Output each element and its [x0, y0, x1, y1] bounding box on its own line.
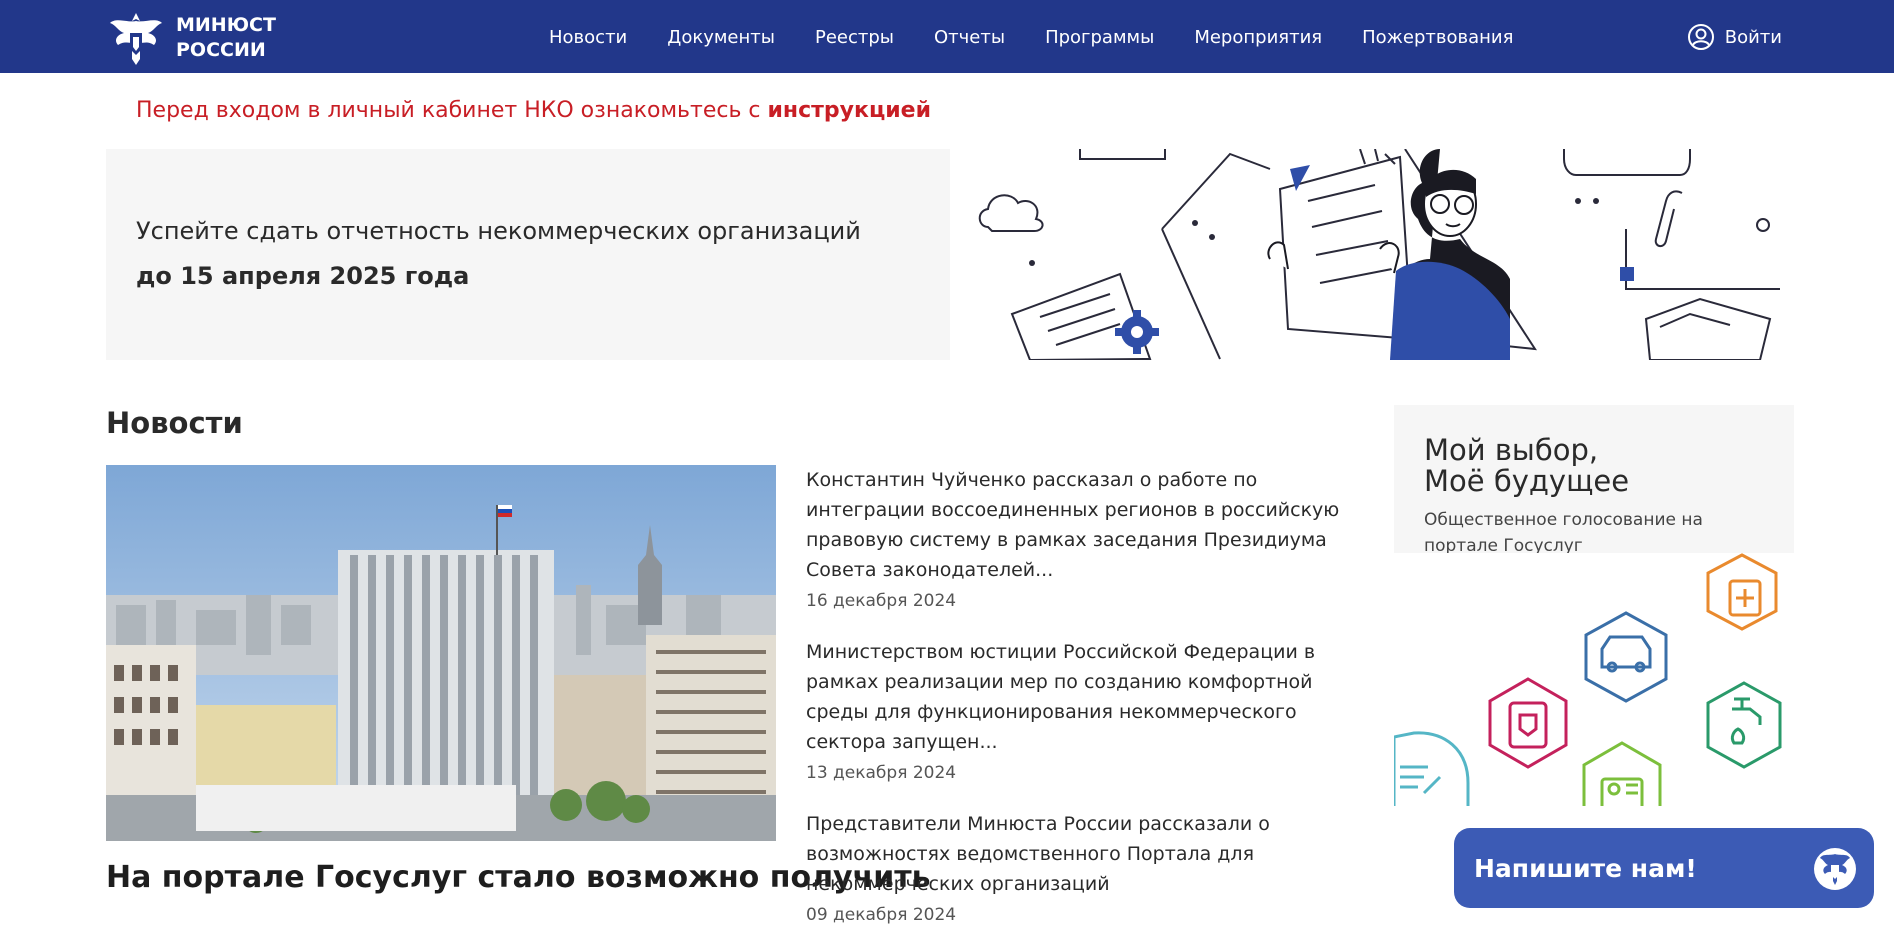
news-item-date: 16 декабря 2024 [806, 591, 957, 611]
user-circle-icon [1687, 24, 1714, 50]
nav-item-reports[interactable]: Отчеты [934, 27, 1005, 48]
eagle-emblem-icon [1814, 848, 1856, 890]
login-label: Войти [1724, 26, 1782, 48]
instruction-notice: Перед входом в личный кабинет НКО ознако… [136, 98, 931, 123]
featured-news-photo[interactable] [106, 465, 776, 841]
logo-text: МИНЮСТ РОССИИ [176, 13, 276, 63]
news-item-date: 09 декабря 2024 [806, 905, 957, 925]
nav-item-news[interactable]: Новости [549, 27, 627, 48]
site-logo[interactable]: МИНЮСТ РОССИИ [106, 9, 276, 67]
banner-deadline: до 15 апреля 2025 года [136, 262, 470, 290]
reporting-deadline-banner[interactable]: Успейте сдать отчетность некоммерческих … [106, 149, 950, 360]
nav-item-programs[interactable]: Программы [1045, 27, 1154, 48]
news-section-title: Новости [106, 406, 243, 440]
news-item[interactable]: Министерством юстиции Российской Федерац… [806, 637, 1366, 783]
promo-card-title-line-1: Мой выбор, [1424, 433, 1599, 467]
contact-us-chat-button[interactable]: Напишите нам! [1454, 828, 1874, 908]
login-button[interactable]: Войти [1687, 23, 1782, 51]
banner-illustration [970, 149, 1792, 360]
notice-text: Перед входом в личный кабинет НКО ознако… [136, 98, 768, 123]
logo-line-2: РОССИИ [176, 39, 266, 61]
logo-line-1: МИНЮСТ [176, 14, 276, 36]
nav-item-donations[interactable]: Пожертвования [1362, 27, 1513, 48]
my-choice-promo-card[interactable]: Мой выбор, Моё будущее Общественное голо… [1394, 405, 1794, 556]
nav-item-documents[interactable]: Документы [667, 27, 775, 48]
news-item[interactable]: Представители Минюста России рассказали … [806, 809, 1366, 925]
news-item-text: Константин Чуйченко рассказал о работе п… [806, 469, 1340, 581]
promo-card-title-line-2: Моё будущее [1424, 464, 1630, 498]
news-item-text: Представители Минюста России рассказали … [806, 813, 1270, 895]
main-nav: Новости Документы Реестры Отчеты Програм… [549, 27, 1553, 48]
chat-button-label: Напишите нам! [1474, 854, 1697, 883]
promo-card-subtitle: Общественное голосование на портале Госу… [1424, 510, 1703, 556]
services-hexagons [1394, 553, 1782, 806]
eagle-emblem-icon [110, 13, 162, 66]
nav-item-events[interactable]: Мероприятия [1194, 27, 1322, 48]
banner-text: Успейте сдать отчетность некоммерческих … [136, 217, 861, 245]
ministry-building-photo [106, 465, 776, 841]
news-item-date: 13 декабря 2024 [806, 763, 957, 783]
nav-item-registries[interactable]: Реестры [815, 27, 894, 48]
top-navigation-bar: МИНЮСТ РОССИИ Новости Документы Реестры … [0, 0, 1894, 73]
instruction-link[interactable]: инструкцией [768, 98, 932, 123]
public-services-icons-illustration[interactable] [1394, 553, 1794, 806]
news-item-text: Министерством юстиции Российской Федерац… [806, 641, 1316, 753]
news-item[interactable]: Константин Чуйченко рассказал о работе п… [806, 465, 1366, 611]
news-list: Константин Чуйченко рассказал о работе п… [806, 465, 1366, 951]
promo-card-title: Мой выбор, Моё будущее [1424, 435, 1629, 497]
woman-with-documents-illustration [978, 149, 1780, 360]
